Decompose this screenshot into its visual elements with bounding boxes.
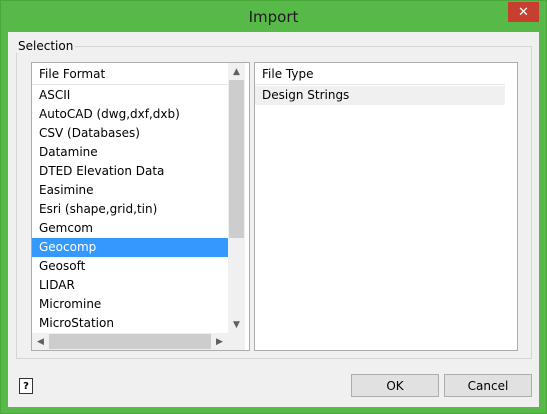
help-icon[interactable]: ? [19, 378, 33, 394]
close-button[interactable]: ✕ [508, 2, 539, 22]
scroll-down-arrow-icon[interactable]: ▼ [228, 316, 245, 333]
list-item[interactable]: Datamine [32, 143, 228, 162]
dialog-body: Selection File Format ASCII AutoCAD (dwg… [8, 32, 539, 407]
vertical-scroll-thumb[interactable] [229, 80, 244, 238]
file-format-list[interactable]: File Format ASCII AutoCAD (dwg,dxf,dxb) … [31, 62, 250, 351]
ok-button[interactable]: OK [351, 374, 439, 397]
cancel-button[interactable]: Cancel [444, 374, 532, 397]
file-type-list[interactable]: File Type Design Strings [254, 62, 518, 351]
list-item[interactable]: ASCII [32, 86, 228, 105]
file-format-items: ASCII AutoCAD (dwg,dxf,dxb) CSV (Databas… [32, 86, 228, 333]
list-item[interactable]: Esri (shape,grid,tin) [32, 200, 228, 219]
list-item[interactable]: Micromine [32, 295, 228, 314]
scroll-right-arrow-icon[interactable]: ▶ [211, 333, 228, 350]
window-title: Import [248, 8, 299, 26]
selection-group-label: Selection [16, 39, 76, 53]
list-item[interactable]: Easimine [32, 181, 228, 200]
list-item[interactable]: AutoCAD (dwg,dxf,dxb) [32, 105, 228, 124]
close-icon: ✕ [518, 4, 529, 20]
list-item[interactable]: Gemcom [32, 219, 228, 238]
list-item[interactable]: LIDAR [32, 276, 228, 295]
scroll-left-arrow-icon[interactable]: ◀ [32, 333, 49, 350]
list-item[interactable]: Geosoft [32, 257, 228, 276]
file-format-header[interactable]: File Format [32, 63, 228, 85]
list-item[interactable]: MicroStation [32, 314, 228, 333]
list-item-selected[interactable]: Geocomp [32, 238, 228, 257]
vertical-scrollbar[interactable]: ▲ ▼ [228, 63, 245, 333]
list-item[interactable]: DTED Elevation Data [32, 162, 228, 181]
list-item[interactable]: Design Strings [255, 86, 505, 105]
title-bar[interactable]: Import ✕ [1, 1, 546, 32]
file-type-header[interactable]: File Type [255, 63, 505, 85]
scroll-up-arrow-icon[interactable]: ▲ [228, 63, 245, 80]
list-item[interactable]: CSV (Databases) [32, 124, 228, 143]
file-type-items: Design Strings [255, 86, 505, 105]
import-dialog: Import ✕ Selection File Format ASCII Aut… [0, 0, 547, 414]
scrollbar-corner [228, 333, 245, 350]
horizontal-scrollbar[interactable]: ◀ ▶ [32, 333, 228, 350]
horizontal-scroll-thumb[interactable] [49, 334, 211, 349]
